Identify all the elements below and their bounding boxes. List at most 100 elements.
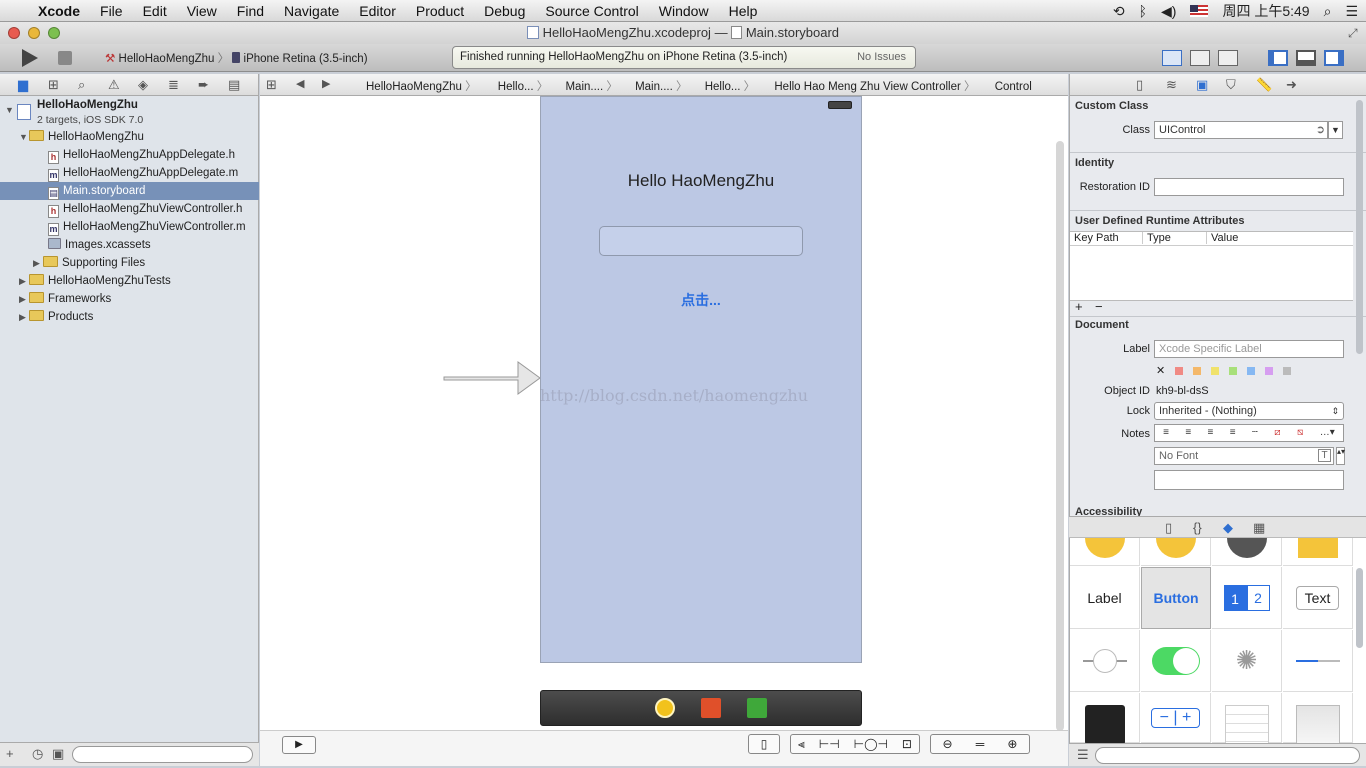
menu-find[interactable]: Find	[227, 0, 274, 22]
zoom-out-icon[interactable]: ⊖	[943, 735, 953, 753]
zoom-fit-icon[interactable]: ═	[976, 735, 985, 753]
code-snippet-icon[interactable]: {}	[1193, 520, 1202, 535]
scm-status-icon[interactable]: ▣	[52, 746, 64, 762]
breadcrumb-item[interactable]: Main....	[621, 81, 673, 93]
test-navigator-icon[interactable]: ◈	[138, 77, 148, 93]
toggle-utilities-button[interactable]	[1324, 50, 1344, 66]
toggle-navigator-button[interactable]	[1268, 50, 1288, 66]
volume-icon[interactable]: ◀)	[1161, 3, 1176, 20]
menu-editor[interactable]: Editor	[349, 0, 406, 22]
swatch-red[interactable]	[1175, 366, 1184, 375]
document-outline-button[interactable]: ▶	[282, 736, 316, 754]
navigator-item-group[interactable]: ▶ Supporting Files	[0, 254, 259, 272]
inspector-scrollbar[interactable]	[1356, 100, 1363, 354]
connections-inspector-icon[interactable]: ➜	[1286, 77, 1297, 93]
align-left-icon[interactable]: ≡	[1163, 425, 1169, 441]
disclosure-closed-icon[interactable]: ▶	[19, 272, 29, 290]
library-cell-top-partial[interactable]	[1283, 538, 1353, 566]
resolve-icon[interactable]: ⊢◯⊣	[854, 735, 888, 753]
back-arrow-icon[interactable]: ◀	[296, 77, 304, 90]
breadcrumb-item[interactable]: Main....	[551, 81, 603, 93]
list-view-icon[interactable]: ☰	[1077, 747, 1089, 763]
library-filter-field[interactable]	[1095, 747, 1360, 764]
menu-source-control[interactable]: Source Control	[535, 0, 648, 22]
find-navigator-icon[interactable]: ⌕	[78, 77, 85, 93]
quick-help-icon[interactable]: ≋	[1166, 77, 1177, 93]
align-icon[interactable]: ⫷	[798, 735, 805, 753]
breadcrumb-item[interactable]: Control	[979, 81, 1032, 93]
swatch-purple[interactable]	[1265, 366, 1274, 375]
add-icon[interactable]: +	[6, 746, 14, 761]
no-fill-icon[interactable]: ⧄	[1274, 425, 1280, 441]
us-flag-icon[interactable]	[1190, 5, 1209, 17]
object-library-icon[interactable]: ◆	[1223, 520, 1233, 536]
navigator-item-group[interactable]: ▼ HelloHaoMengZhu	[0, 128, 259, 146]
breadcrumb-item[interactable]: Hello...	[691, 81, 741, 93]
zoom-window-button[interactable]	[48, 27, 60, 39]
font-picker-icon[interactable]: T	[1318, 449, 1331, 462]
notes-text-area[interactable]	[1154, 470, 1344, 490]
file-template-icon[interactable]: ▯	[1165, 520, 1172, 536]
go-to-class-icon[interactable]: ➲	[1316, 122, 1325, 138]
library-slider[interactable]	[1070, 630, 1140, 692]
swatch-orange[interactable]	[1193, 366, 1202, 375]
more-icon[interactable]: …▾	[1320, 425, 1335, 441]
text-field[interactable]	[599, 226, 803, 256]
spotlight-icon[interactable]: ⌕	[1324, 3, 1332, 20]
navigator-item-file[interactable]: m HelloHaoMengZhuViewController.m	[0, 218, 259, 236]
navigator-item-group[interactable]: ▶ Products	[0, 308, 259, 326]
view-controller-icon[interactable]	[655, 698, 675, 718]
related-items-icon[interactable]: ⊞	[266, 77, 277, 93]
clock[interactable]: 周四 上午5:49	[1222, 1, 1309, 21]
assistant-editor-button[interactable]	[1190, 50, 1210, 66]
disclosure-closed-icon[interactable]: ▶	[19, 290, 29, 308]
library-table-view-cell[interactable]	[1283, 693, 1353, 745]
notification-center-icon[interactable]: ☰	[1345, 3, 1358, 20]
font-field[interactable]: No Font T	[1154, 447, 1334, 465]
udra-table[interactable]: Key Path Type Value	[1070, 231, 1353, 301]
library-stepper[interactable]: − | +	[1141, 693, 1211, 743]
library-label[interactable]: Label	[1070, 567, 1140, 629]
issues-count[interactable]: No Issues	[857, 47, 906, 68]
view-controller-scene[interactable]: Hello HaoMengZhu 点击...	[540, 96, 862, 663]
library-switch[interactable]	[1141, 630, 1211, 692]
stop-button[interactable]	[58, 51, 72, 65]
debug-navigator-icon[interactable]: ≣	[168, 77, 179, 93]
swatch-blue[interactable]	[1247, 366, 1256, 375]
pin-icon[interactable]: ⊢⊣	[819, 735, 840, 753]
class-field[interactable]: UIControl ➲	[1154, 121, 1328, 139]
remove-attribute-button[interactable]: −	[1095, 299, 1103, 314]
project-navigator-icon[interactable]: ▆	[18, 77, 28, 93]
issue-navigator-icon[interactable]: ⚠	[108, 77, 120, 93]
menu-navigate[interactable]: Navigate	[274, 0, 349, 22]
breadcrumb-item[interactable]: Hello...	[480, 81, 534, 93]
col-key-path[interactable]: Key Path	[1074, 232, 1119, 244]
navigator-item-group[interactable]: ▶ Frameworks	[0, 290, 259, 308]
library-progress-view[interactable]	[1283, 630, 1353, 692]
identity-inspector-icon[interactable]: ▣	[1196, 77, 1208, 93]
disclosure-closed-icon[interactable]: ▶	[33, 254, 43, 272]
standard-editor-button[interactable]	[1162, 50, 1182, 66]
doc-label-field[interactable]: Xcode Specific Label	[1154, 340, 1344, 358]
bluetooth-icon[interactable]: ᛒ	[1139, 3, 1147, 19]
library-segmented-control[interactable]: 12	[1212, 567, 1282, 629]
navigator-item-file[interactable]: Images.xcassets	[0, 236, 259, 254]
menu-view[interactable]: View	[177, 0, 227, 22]
resizing-icon[interactable]: ⊡	[902, 735, 912, 753]
file-inspector-icon[interactable]: ▯	[1136, 77, 1143, 93]
align-center-icon[interactable]: ≡	[1185, 425, 1191, 441]
breadcrumb-item[interactable]: Hello Hao Meng Zhu View Controller	[758, 81, 960, 93]
library-button[interactable]: Button	[1141, 567, 1211, 629]
font-stepper[interactable]: ▴▾	[1336, 447, 1345, 465]
navigator-item-file[interactable]: h HelloHaoMengZhuAppDelegate.h	[0, 146, 259, 164]
menu-product[interactable]: Product	[406, 0, 474, 22]
library-cell-top-partial[interactable]	[1141, 538, 1211, 566]
zoom-in-icon[interactable]: ⊕	[1007, 735, 1017, 753]
disclosure-closed-icon[interactable]: ▶	[19, 308, 29, 326]
log-navigator-icon[interactable]: ▤	[228, 77, 240, 93]
no-color-icon[interactable]: ✕	[1156, 364, 1165, 377]
toggle-debug-area-button[interactable]	[1296, 50, 1316, 66]
library-table-view[interactable]	[1212, 693, 1282, 745]
library-cell-top-partial[interactable]	[1212, 538, 1282, 566]
scheme-selector[interactable]: ⚒ HelloHaoMengZhu 〉 iPhone Retina (3.5-i…	[105, 50, 368, 66]
